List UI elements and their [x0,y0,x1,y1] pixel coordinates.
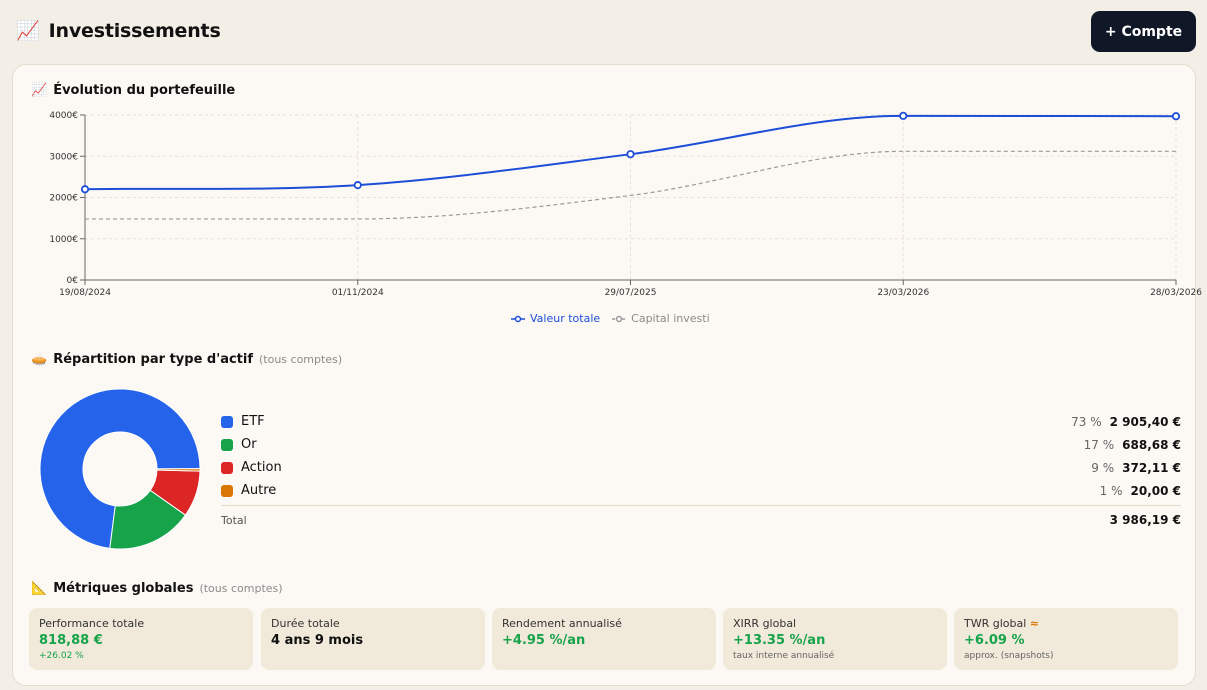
portfolio-evolution-chart: 0€ 1000€ 2000€ 3000€ 4000€ 19/08/2024 01/11/20… [49,111,1202,298]
metric-value: +6.09 % [964,633,1025,648]
metrics-section-title: 📐 Métriques globales (tous comptes) [31,581,283,596]
total-label: Total [221,513,247,527]
investments-card: 📈 Évolution du portefeuille 0€ 1000€ 2000€… [12,64,1202,686]
metric-label: XIRR global [733,617,797,630]
other-color-swatch [221,484,233,497]
metric-subvalue: +26.02 % [39,651,84,661]
legend-dashed-marker-icon [612,315,627,322]
triangle-ruler-icon: 📐 [31,581,48,596]
allocation-percent: 73 % [1071,414,1102,429]
etf-color-swatch [221,415,233,428]
series-line-invested-capital [85,150,1176,220]
metric-card-performance: Performance totale 818,88 € +26.02 % [29,608,253,670]
page-title: 📈 Investissements [16,20,221,42]
allocation-percent: 1 % [1099,483,1123,498]
metric-card-twr: TWR global ≈ +6.09 % approx. (snapshots) [954,608,1178,670]
y-tick-label: 1000€ [49,235,78,245]
metrics-title: Métriques globales [53,581,194,596]
allocation-label: Autre [241,483,277,498]
allocation-label: ETF [241,414,265,429]
x-tick-label: 01/11/2024 [332,288,384,298]
add-account-button[interactable]: + Compte [1091,11,1196,52]
stock-color-swatch [221,461,233,474]
page-header: 📈 Investissements + Compte [0,0,1207,64]
allocation-list: ETF 73 % 2 905,40 € Or 17 % 688,68 € Act… [221,410,1181,534]
legend-item-invested-capital[interactable]: Capital investi [612,312,710,325]
x-tick-label: 28/03/2026 [1150,288,1202,298]
metrics-subtitle: (tous comptes) [199,582,283,595]
allocation-label: Action [241,460,282,475]
allocation-label: Or [241,437,257,452]
legend-line-marker-icon [511,315,525,322]
allocation-subtitle: (tous comptes) [259,353,343,366]
metric-card-duration: Durée totale 4 ans 9 mois [261,608,485,670]
allocation-row-autre: Autre 1 % 20,00 € [221,479,1181,502]
data-point-total-value [353,181,362,190]
data-point-total-value [626,150,635,159]
page-title-text: Investissements [48,20,221,42]
metric-card-xirr: XIRR global +13.35 %/an taux interne ann… [723,608,947,670]
allocation-amount: 688,68 € [1122,437,1181,452]
x-tick-label: 23/03/2026 [877,288,929,298]
allocation-section-title: 🥧 Répartition par type d'actif (tous com… [31,352,342,367]
allocation-amount: 2 905,40 € [1109,414,1181,429]
metric-subvalue: taux interne annualisé [733,651,835,661]
allocation-title: Répartition par type d'actif [53,352,253,367]
metric-value: 818,88 € [39,633,103,648]
y-tick-label: 4000€ [49,111,78,121]
legend-item-total-value[interactable]: Valeur totale [511,312,600,325]
total-amount: 3 986,19 € [1109,513,1181,527]
metric-value: 4 ans 9 mois [271,633,364,648]
metric-label: Durée totale [271,617,340,630]
allocation-row-action: Action 9 % 372,11 € [221,456,1181,479]
allocation-donut-chart [39,388,201,550]
metric-label-wrap: TWR global ≈ [964,617,1168,630]
x-tick-label: 19/08/2024 [59,288,111,298]
metric-subvalue: approx. (snapshots) [964,651,1054,661]
allocation-percent: 9 % [1091,460,1115,475]
approx-icon[interactable]: ≈ [1030,617,1039,630]
allocation-amount: 372,11 € [1122,460,1181,475]
chart-trend-icon: 📈 [16,20,40,42]
data-point-total-value [80,185,90,194]
legend-label-invested-capital: Capital investi [631,312,710,325]
pie-icon: 🥧 [31,352,48,367]
y-tick-label: 2000€ [49,194,78,204]
gold-color-swatch [221,438,233,451]
data-point-total-value [899,111,908,120]
y-tick-label: 3000€ [49,152,78,162]
metric-value: +4.95 %/an [502,633,586,648]
data-point-total-value [1171,112,1181,121]
allocation-percent: 17 % [1083,437,1115,452]
metric-value: +13.35 %/an [733,633,826,648]
x-tick-label: 29/07/2025 [605,288,657,298]
y-tick-label: 0€ [67,276,79,286]
allocation-row-or: Or 17 % 688,68 € [221,433,1181,456]
metric-label: TWR global [964,617,1027,630]
legend-label-total-value: Valeur totale [530,312,601,325]
allocation-amount: 20,00 € [1130,483,1181,498]
metric-label: Performance totale [39,617,145,630]
allocation-total-row: Total 3 986,19 € [221,506,1181,534]
allocation-row-etf: ETF 73 % 2 905,40 € [221,410,1181,433]
metric-card-annualized-return: Rendement annualisé +4.95 %/an [492,608,716,670]
chart-legend: Valeur totale Capital investi [511,312,710,325]
metric-label: Rendement annualisé [502,617,622,630]
